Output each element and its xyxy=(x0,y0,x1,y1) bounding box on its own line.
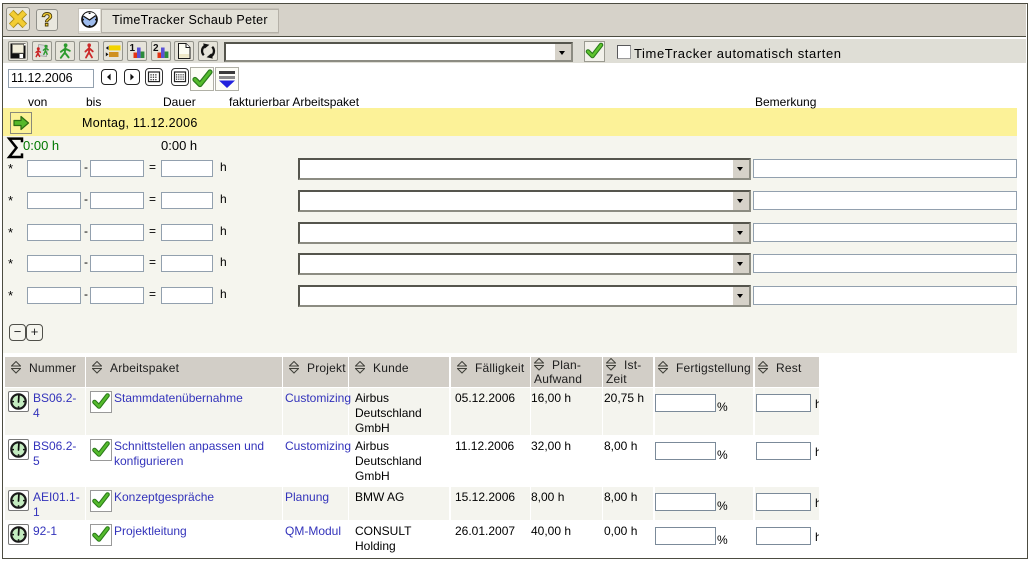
svg-text:1: 1 xyxy=(129,43,135,54)
svg-text:2: 2 xyxy=(153,43,159,54)
svg-text:?: ? xyxy=(41,10,53,30)
